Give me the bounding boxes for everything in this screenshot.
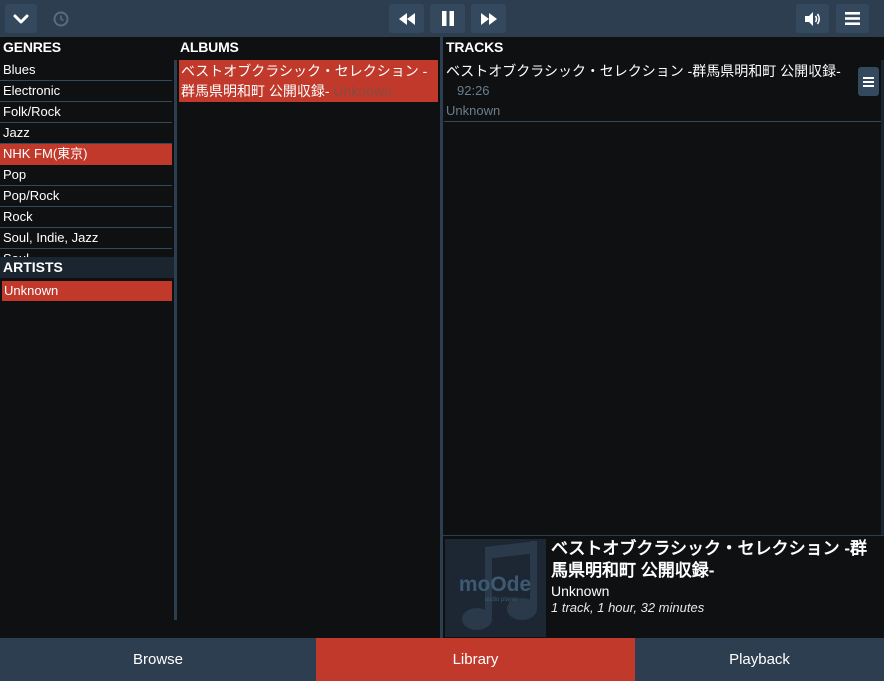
clock-button[interactable]: [52, 4, 70, 33]
track-time: 92:26: [457, 83, 490, 98]
chevron-down-icon: [13, 14, 29, 23]
track-title: ベストオブクラシック・セレクション -群馬県明和町 公開収録-: [446, 63, 841, 79]
rewind-icon: [398, 12, 415, 25]
menu-icon: [845, 12, 860, 25]
volume-icon: [804, 11, 820, 26]
track-artist: Unknown: [446, 103, 501, 118]
genre-item[interactable]: Rock: [0, 207, 172, 228]
genre-item[interactable]: Pop/Rock: [0, 186, 172, 207]
album-info-title: ベストオブクラシック・セレクション -群馬県明和町 公開収録-: [551, 539, 868, 580]
volume-button[interactable]: [796, 4, 829, 33]
artist-item-selected[interactable]: Unknown: [2, 281, 172, 301]
genre-item[interactable]: Soul, Indie, Jazz: [0, 228, 172, 249]
top-toolbar: [0, 0, 884, 37]
tracks-header: TRACKS: [443, 37, 884, 57]
artists-header: ARTISTS: [0, 257, 174, 278]
album-info-artist: Unknown: [551, 583, 610, 599]
track-item[interactable]: ベストオブクラシック・セレクション -群馬県明和町 公開収録- 92:26 Un…: [444, 60, 882, 122]
genre-item[interactable]: Blues: [0, 60, 172, 81]
next-button[interactable]: [471, 4, 506, 33]
album-item-selected[interactable]: ベストオブクラシック・セレクション -群馬県明和町 公開収録- Unknown: [179, 60, 438, 102]
genre-item[interactable]: Soul: [0, 249, 172, 257]
menu-icon: [863, 76, 874, 87]
albums-header: ALBUMS: [177, 37, 440, 57]
main-menu-button[interactable]: [836, 4, 869, 33]
cover-logo-subtext: audio player: [485, 597, 518, 603]
genre-item[interactable]: Jazz: [0, 123, 172, 144]
genres-header: GENRES: [0, 37, 174, 57]
artists-scrollbar[interactable]: [174, 60, 177, 620]
track-menu-button[interactable]: [858, 67, 879, 96]
previous-button[interactable]: [389, 4, 424, 33]
fast-forward-icon: [480, 12, 497, 25]
album-info-panel: moOde audio player ベストオブクラシック・セレクション -群馬…: [443, 535, 884, 638]
bottom-tab-bar: Browse Library Playback: [0, 638, 884, 681]
clock-icon: [53, 11, 69, 26]
genres-list: Blues Electronic Folk/Rock Jazz NHK FM(東…: [0, 60, 173, 257]
album-cover[interactable]: moOde audio player: [445, 539, 546, 637]
album-cover-art: moOde audio player: [445, 539, 546, 637]
genre-item[interactable]: Pop: [0, 165, 172, 186]
album-info-stats: 1 track, 1 hour, 32 minutes: [551, 600, 705, 615]
pause-button[interactable]: [430, 4, 465, 33]
genre-item-selected[interactable]: NHK FM(東京): [0, 144, 172, 165]
collapse-button[interactable]: [5, 4, 37, 33]
pause-icon: [441, 11, 454, 26]
tab-browse[interactable]: Browse: [0, 638, 316, 681]
genre-item[interactable]: Electronic: [0, 81, 172, 102]
tab-playback[interactable]: Playback: [635, 638, 884, 681]
tab-library[interactable]: Library: [316, 638, 635, 681]
genre-item[interactable]: Folk/Rock: [0, 102, 172, 123]
album-artist: Unknown: [333, 83, 392, 99]
cover-logo-text: moOde: [459, 573, 531, 596]
